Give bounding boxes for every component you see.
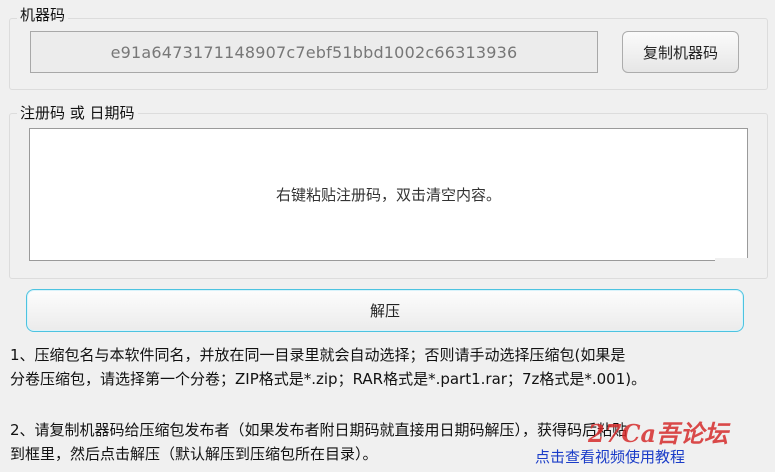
machine-code-field[interactable]: e91a6473171148907c7ebf51bbd1002c66313936	[30, 31, 598, 73]
registration-code-input[interactable]: 右键粘贴注册码，双击清空内容。	[29, 128, 749, 262]
video-tutorial-link[interactable]: 点击查看视频使用教程	[535, 446, 685, 468]
machine-code-group-title: 机器码	[17, 6, 69, 24]
instruction-line-1b: 分卷压缩包，请选择第一个分卷；ZIP格式是*.zip；RAR格式是*.part1…	[10, 370, 647, 388]
registration-code-placeholder: 右键粘贴注册码，双击清空内容。	[275, 186, 501, 204]
copy-machine-code-button[interactable]: 复制机器码	[622, 31, 739, 73]
watermark-logo: 27Ca吾论坛	[588, 419, 729, 448]
instruction-line-2a: 2、请复制机器码给压缩包发布者（如果发布者附日期码就直接用日期码解压），获得码后…	[10, 421, 628, 439]
extract-button[interactable]: 解压	[26, 289, 744, 332]
divider	[715, 258, 749, 262]
instruction-line-2b: 到框里，然后点击解压（默认解压到压缩包所在目录）。	[10, 445, 378, 463]
instruction-line-1a: 1、压缩包名与本软件同名，并放在同一目录里就会自动选择；否则请手动选择压缩包(如…	[10, 346, 626, 364]
registration-code-group-title: 注册码 或 日期码	[17, 104, 138, 122]
